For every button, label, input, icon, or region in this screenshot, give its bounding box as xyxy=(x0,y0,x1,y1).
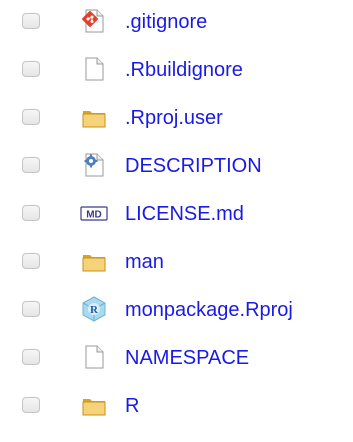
file-list: .gitignore .Rbuildignore .Rproj.user DES… xyxy=(0,0,353,442)
svg-text:R: R xyxy=(90,304,99,316)
file-checkbox[interactable] xyxy=(22,349,40,365)
git-file-icon xyxy=(80,7,108,35)
file-name[interactable]: R xyxy=(125,393,139,419)
file-checkbox[interactable] xyxy=(22,157,40,173)
file-row[interactable]: .gitignore xyxy=(0,0,353,44)
file-name[interactable]: monpackage.Rproj xyxy=(125,297,293,323)
file-name[interactable]: NAMESPACE xyxy=(125,345,249,371)
file-name[interactable]: DESCRIPTION xyxy=(125,153,262,179)
file-name[interactable]: LICENSE.md xyxy=(125,201,244,227)
file-row[interactable]: MD LICENSE.md xyxy=(0,192,353,236)
file-checkbox[interactable] xyxy=(22,205,40,221)
svg-text:MD: MD xyxy=(86,210,102,221)
blank-file-icon xyxy=(80,343,108,371)
markdown-file-icon: MD xyxy=(80,199,108,227)
file-name[interactable]: .Rproj.user xyxy=(125,105,223,131)
description-file-icon xyxy=(80,151,108,179)
file-name[interactable]: .gitignore xyxy=(125,9,207,35)
file-name[interactable]: man xyxy=(125,249,164,275)
rproject-file-icon: R xyxy=(80,295,108,323)
file-checkbox[interactable] xyxy=(22,61,40,77)
file-row[interactable]: DESCRIPTION xyxy=(0,144,353,188)
file-checkbox[interactable] xyxy=(22,301,40,317)
blank-file-icon xyxy=(80,55,108,83)
folder-icon xyxy=(80,103,108,131)
folder-icon xyxy=(80,391,108,419)
file-checkbox[interactable] xyxy=(22,253,40,269)
file-name[interactable]: .Rbuildignore xyxy=(125,57,243,83)
file-row[interactable]: R monpackage.Rproj xyxy=(0,288,353,332)
folder-icon xyxy=(80,247,108,275)
file-row[interactable]: .Rproj.user xyxy=(0,96,353,140)
file-row[interactable]: NAMESPACE xyxy=(0,336,353,380)
file-row[interactable]: man xyxy=(0,240,353,284)
file-checkbox[interactable] xyxy=(22,13,40,29)
file-row[interactable]: .Rbuildignore xyxy=(0,48,353,92)
file-checkbox[interactable] xyxy=(22,109,40,125)
file-checkbox[interactable] xyxy=(22,397,40,413)
file-row[interactable]: R xyxy=(0,384,353,428)
